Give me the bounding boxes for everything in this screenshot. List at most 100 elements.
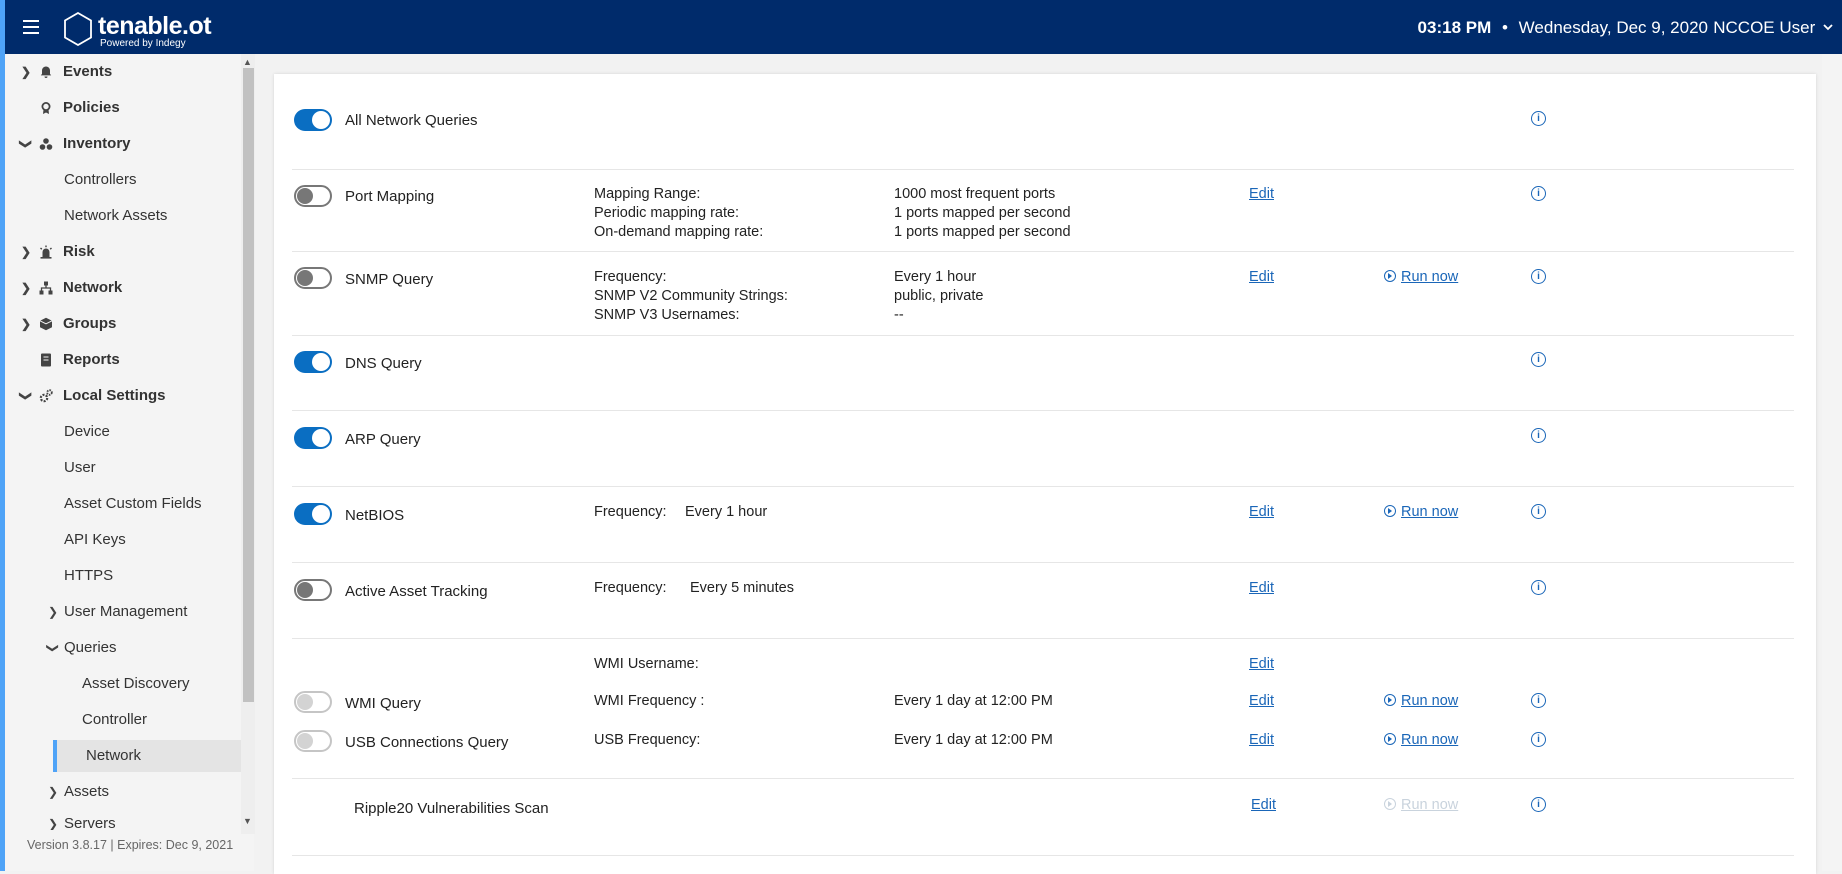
sidebar-item-reports[interactable]: Reports [5,344,237,376]
sidebar-item-user-management[interactable]: ❯ User Management [5,596,237,628]
sidebar-item-risk[interactable]: ❯ Risk [5,236,237,268]
edit-link[interactable]: Edit [1251,797,1276,813]
sidebar-item-assets[interactable]: ❯ Assets [5,776,237,808]
sidebar-scroll-thumb[interactable] [243,68,254,702]
setting-label: Periodic mapping rate: [594,205,740,221]
chevron-right-icon: ❯ [48,785,59,799]
sidebar-item-label: Asset Custom Fields [64,495,202,512]
sidebar-item-label: Queries [64,639,117,656]
active-asset-tracking-toggle[interactable] [294,579,332,601]
divider [292,169,1794,170]
info-icon[interactable]: i [1531,186,1546,201]
run-now-link[interactable]: Run now [1384,693,1458,709]
sidebar-item-label: Network Assets [64,207,168,224]
run-now-link[interactable]: Run now [1384,504,1458,520]
edit-link[interactable]: Edit [1249,580,1274,596]
sidebar-item-label: Reports [63,351,120,368]
query-name: Ripple20 Vulnerabilities Scan [354,800,549,817]
chevron-down-icon [1823,24,1833,31]
run-now-link[interactable]: Run now [1384,732,1458,748]
sidebar-item-https[interactable]: HTTPS [5,560,237,592]
setting-value: Every 1 hour [894,269,977,285]
chevron-right-icon: ❯ [48,817,59,830]
sidebar-item-servers[interactable]: ❯ Servers [5,808,237,830]
info-icon[interactable]: i [1531,580,1546,595]
run-now-link[interactable]: Run now [1384,269,1458,285]
edit-link[interactable]: Edit [1249,504,1274,520]
info-icon[interactable]: i [1531,693,1546,708]
sidebar-item-api-keys[interactable]: API Keys [5,524,237,556]
info-icon[interactable]: i [1531,504,1546,519]
info-icon[interactable]: i [1531,352,1546,367]
sidebar-item-policies[interactable]: Policies [5,92,237,124]
dns-query-toggle[interactable] [294,351,332,373]
sidebar-item-network[interactable]: ❯ Network [5,272,237,304]
netbios-toggle[interactable] [294,503,332,525]
setting-label: WMI Frequency : [594,693,705,709]
info-icon[interactable]: i [1531,797,1546,812]
sidebar-item-inventory[interactable]: ❯ Inventory [5,128,237,160]
chevron-right-icon: ❯ [21,317,32,331]
user-menu[interactable]: NCCOE User [1713,18,1834,38]
edit-link[interactable]: Edit [1249,693,1274,709]
setting-value: 1 ports mapped per second [894,205,1071,221]
setting-value: Every 1 day at 12:00 PM [894,732,1053,748]
menu-icon[interactable] [23,20,39,34]
run-now-label: Run now [1401,504,1459,520]
setting-label: SNMP V2 Community Strings: [594,288,788,304]
sidebar-item-label: Events [63,63,113,80]
chevron-down-icon: ❯ [19,390,34,402]
edit-link[interactable]: Edit [1249,269,1274,285]
edit-link[interactable]: Edit [1249,732,1274,748]
chevron-right-icon: ❯ [48,605,59,619]
info-icon[interactable]: i [1531,732,1546,747]
arp-query-toggle[interactable] [294,427,332,449]
setting-value: -- [894,307,904,323]
divider [292,562,1794,563]
inventory-icon [39,138,53,150]
sidebar-item-label: User Management [64,603,188,620]
sidebar-item-label: Assets [64,783,110,800]
wmi-query-toggle[interactable] [294,691,332,713]
logo-hex-icon [64,12,92,46]
page-scrollbar[interactable] [1822,54,1842,871]
sidebar-item-label: Network [86,747,142,764]
sidebar-item-asset-discovery[interactable]: Asset Discovery [5,668,237,700]
sidebar-item-asset-custom-fields[interactable]: Asset Custom Fields [5,488,237,520]
setting-value: public, private [894,288,984,304]
bell-icon [40,66,52,78]
scroll-down-icon[interactable]: ▼ [243,816,252,826]
query-name: NetBIOS [345,507,405,524]
setting-label: Mapping Range: [594,186,701,202]
sidebar-item-user[interactable]: User [5,452,237,484]
all-network-queries-toggle[interactable] [294,109,332,131]
query-name: All Network Queries [345,112,478,129]
port-mapping-toggle[interactable] [294,185,332,207]
sidebar-item-queries[interactable]: ❯ Queries [5,632,237,664]
scroll-up-icon[interactable]: ▲ [243,57,252,67]
setting-label: WMI Username: [594,656,699,672]
info-icon[interactable]: i [1531,269,1546,284]
run-now-label: Run now [1401,732,1459,748]
sidebar-item-network-assets[interactable]: Network Assets [5,200,237,232]
clock: 03:18 PM • Wednesday, Dec 9, 2020 [1418,18,1708,38]
alarm-icon [40,245,52,259]
setting-label: Frequency: [594,269,667,285]
edit-link[interactable]: Edit [1249,186,1274,202]
sidebar-item-controller[interactable]: Controller [5,704,237,736]
sidebar-item-local-settings[interactable]: ❯ Local Settings [5,380,237,412]
info-icon[interactable]: i [1531,428,1546,443]
sidebar-item-events[interactable]: ❯ Events [5,56,237,88]
query-name: SNMP Query [345,271,434,288]
current-date: Wednesday, Dec 9, 2020 [1518,18,1708,37]
sidebar-item-controllers[interactable]: Controllers [5,164,237,196]
sidebar-item-network-queries[interactable]: Network [53,740,241,772]
sidebar-item-device[interactable]: Device [5,416,237,448]
edit-link[interactable]: Edit [1249,656,1274,672]
info-icon[interactable]: i [1531,111,1546,126]
divider [292,855,1794,856]
sidebar-item-groups[interactable]: ❯ Groups [5,308,237,340]
run-now-label: Run now [1401,269,1459,285]
usb-connections-query-toggle[interactable] [294,730,332,752]
snmp-query-toggle[interactable] [294,267,332,289]
